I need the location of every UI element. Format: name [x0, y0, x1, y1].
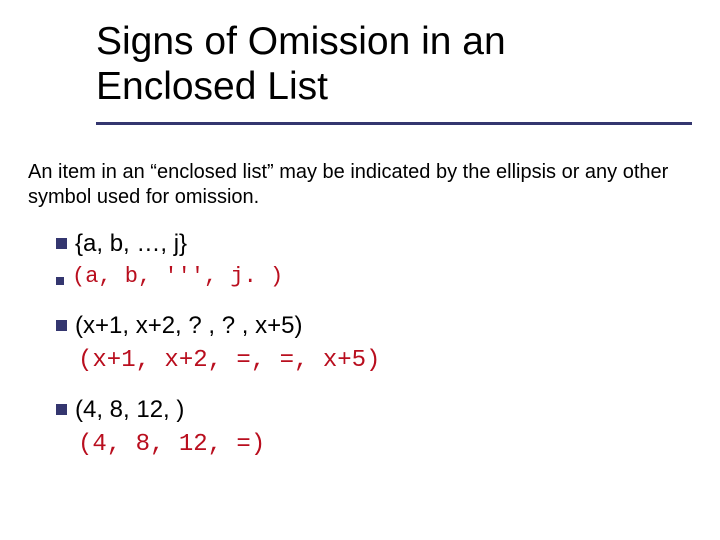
bullet-icon	[56, 320, 67, 331]
example-1-code: (a, b, ''', j. )	[72, 263, 283, 292]
bullet-icon	[56, 238, 67, 249]
example-2-code: (x+1, x+2, =, =, x+5)	[78, 345, 676, 376]
example-2-text-row: (x+1, x+2, ? , ? , x+5)	[56, 310, 676, 341]
example-2-text: (x+1, x+2, ? , ? , x+5)	[75, 310, 302, 341]
intro-paragraph: An item in an “enclosed list” may be ind…	[28, 160, 698, 210]
examples-list: {a, b, …, j} (a, b, ''', j. ) (x+1, x+2,…	[56, 228, 676, 461]
example-3-code-row: (4, 8, 12, =)	[56, 429, 676, 460]
example-3-text-row: (4, 8, 12, )	[56, 394, 676, 425]
example-3-code: (4, 8, 12, =)	[78, 429, 676, 460]
slide-title: Signs of Omission in an Enclosed List	[96, 20, 676, 110]
slide: Signs of Omission in an Enclosed List An…	[0, 0, 720, 540]
bullet-icon	[56, 404, 67, 415]
title-underline	[96, 122, 692, 125]
example-3-text: (4, 8, 12, )	[75, 394, 184, 425]
example-1-code-row: (a, b, ''', j. )	[56, 263, 676, 292]
title-block: Signs of Omission in an Enclosed List	[96, 20, 676, 110]
example-1-text-row: {a, b, …, j}	[56, 228, 676, 259]
example-1-text: {a, b, …, j}	[75, 228, 187, 259]
example-2-code-row: (x+1, x+2, =, =, x+5)	[56, 345, 676, 376]
bullet-icon	[56, 277, 64, 285]
